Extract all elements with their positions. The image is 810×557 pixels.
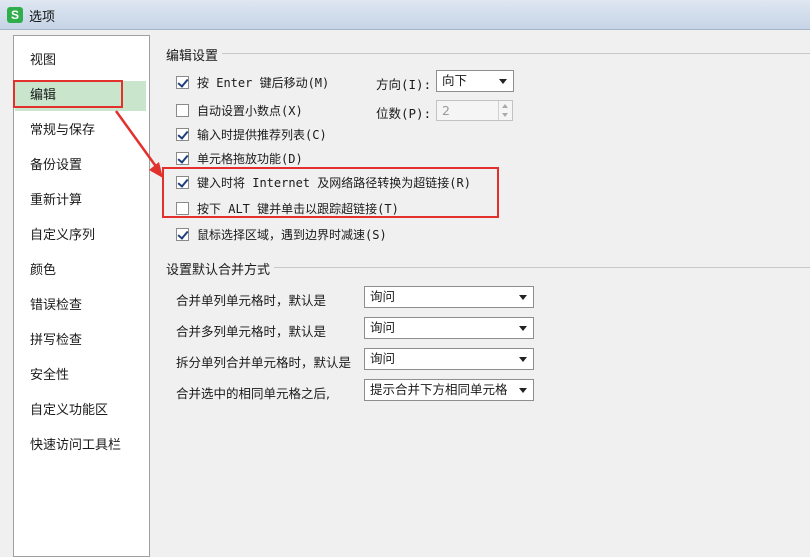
checkbox[interactable] [176,151,189,165]
direction-select[interactable]: 向下 [436,70,514,92]
sidebar-item-security[interactable]: 安全性 [15,361,146,391]
digits-label: 位数(P): [376,106,432,121]
split-single-col-select[interactable]: 询问 [364,348,534,370]
sidebar-selection-highlight [13,80,123,108]
option-slow-at-boundary[interactable]: 鼠标选择区域，遇到边界时减速(S) [176,224,387,244]
options-sidebar: 视图 编辑 常规与保存 备份设置 重新计算 自定义序列 颜色 错误检查 拼写检查… [13,35,150,557]
merge-multi-col-label: 合并多列单元格时，默认是 [176,324,327,339]
sidebar-item-view[interactable]: 视图 [15,46,146,76]
checkbox[interactable] [176,103,189,117]
checkbox[interactable] [176,75,189,89]
sidebar-item-custom-ribbon[interactable]: 自定义功能区 [15,396,146,426]
merge-settings-title: 设置默认合并方式 [166,263,271,278]
edit-settings-divider [222,53,810,54]
spin-down-icon[interactable] [502,113,508,117]
edit-settings-title: 编辑设置 [166,49,219,64]
sidebar-item-recalculate[interactable]: 重新计算 [15,186,146,216]
sidebar-item-backup[interactable]: 备份设置 [15,151,146,181]
option-drag-drop[interactable]: 单元格拖放功能(D) [176,148,303,168]
checkbox[interactable] [176,227,189,241]
chevron-down-icon [519,326,527,331]
spin-up-icon[interactable] [502,104,508,108]
sidebar-item-quick-access[interactable]: 快速访问工具栏 [15,431,146,461]
option-move-after-enter[interactable]: 按 Enter 键后移动(M) [176,72,329,92]
sidebar-item-color[interactable]: 颜色 [15,256,146,286]
sidebar-item-custom-list[interactable]: 自定义序列 [15,221,146,251]
window-title: 选项 [29,10,56,25]
hyperlink-options-highlight [162,167,499,218]
chevron-down-icon [519,388,527,393]
merge-single-col-label: 合并单列单元格时，默认是 [176,293,327,308]
after-merge-same-label: 合并选中的相同单元格之后, [176,386,330,401]
merge-multi-col-select[interactable]: 询问 [364,317,534,339]
sidebar-item-error-check[interactable]: 错误检查 [15,291,146,321]
app-logo-icon: S [7,7,23,23]
split-single-col-label: 拆分单列合并单元格时，默认是 [176,355,352,370]
sidebar-item-spell-check[interactable]: 拼写检查 [15,326,146,356]
merge-single-col-select[interactable]: 询问 [364,286,534,308]
option-auto-decimal[interactable]: 自动设置小数点(X) [176,100,303,120]
chevron-down-icon [519,295,527,300]
checkbox[interactable] [176,127,189,141]
after-merge-same-select[interactable]: 提示合并下方相同单元格 [364,379,534,401]
title-bar: S 选项 [0,0,810,30]
direction-label: 方向(I): [376,77,432,92]
chevron-down-icon [519,357,527,362]
digits-spinner[interactable]: 2 [436,100,513,121]
chevron-down-icon [499,79,507,84]
option-autocomplete-list[interactable]: 输入时提供推荐列表(C) [176,124,327,144]
sidebar-item-general-save[interactable]: 常规与保存 [15,116,146,146]
merge-settings-divider [274,267,810,268]
